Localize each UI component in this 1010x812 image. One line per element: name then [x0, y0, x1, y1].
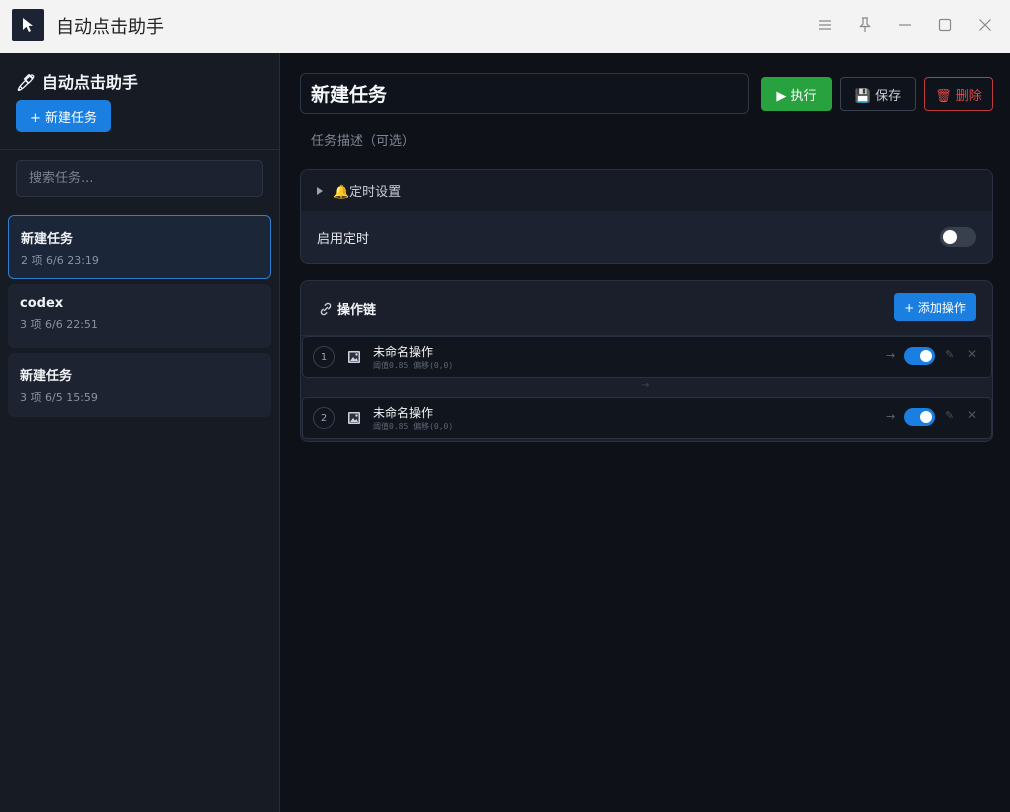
- operation-enable-toggle[interactable]: [904, 347, 935, 365]
- operation-index: 1: [313, 346, 335, 368]
- link-icon: [320, 302, 332, 315]
- toggle-knob: [920, 411, 932, 423]
- chain-link-arrow-icon: →: [641, 380, 650, 391]
- operation-name: 未命名操作: [373, 345, 434, 359]
- sidebar-header: 🖊 自动点击助手 + 新建任务: [0, 53, 279, 150]
- run-button[interactable]: ▶ 执行: [761, 77, 832, 111]
- menu-icon[interactable]: [813, 13, 837, 37]
- sidebar: 🖊 自动点击助手 + 新建任务 新建任务 2 项 6/6 23:19 codex…: [0, 53, 280, 812]
- schedule-enable-label: 启用定时: [317, 231, 370, 247]
- task-name: 新建任务: [21, 232, 74, 247]
- action-chain-title: 操作链: [337, 303, 377, 318]
- schedule-card: 🔔定时设置 启用定时: [300, 169, 993, 264]
- delete-button[interactable]: 🗑 删除: [924, 77, 993, 111]
- task-list-item[interactable]: 新建任务 2 项 6/6 23:19: [8, 215, 271, 279]
- title-bar: 自动点击助手: [0, 0, 1010, 53]
- operation-index: 2: [313, 407, 335, 429]
- operation-row[interactable]: 2 未命名操作 阈值0.85 偏移(0,0) → ✎ ✕: [302, 397, 992, 439]
- task-meta: 2 项 6/6 23:19: [21, 254, 99, 267]
- operation-detail: 阈值0.85 偏移(0,0): [373, 422, 454, 431]
- schedule-header-label: 🔔定时设置: [333, 185, 402, 200]
- arrow-right-icon: →: [886, 410, 896, 423]
- task-list-item[interactable]: 新建任务 3 项 6/5 15:59: [8, 353, 271, 417]
- add-operation-button[interactable]: + 添加操作: [894, 293, 976, 321]
- pin-icon[interactable]: [853, 13, 877, 37]
- image-icon: [348, 412, 360, 424]
- caret-right-icon: [317, 186, 323, 195]
- schedule-header[interactable]: 🔔定时设置: [301, 170, 992, 211]
- arrow-right-icon: →: [886, 349, 896, 362]
- task-meta: 3 项 6/5 15:59: [20, 391, 98, 404]
- image-icon: [348, 351, 360, 363]
- action-chain-card: 操作链 + 添加操作 1 未命名操作 阈值0.85 偏移(0,0) → ✎ ✕ …: [300, 280, 993, 442]
- sidebar-title: 🖊 自动点击助手: [16, 73, 138, 92]
- task-title-input[interactable]: [300, 73, 749, 114]
- search-input[interactable]: [16, 160, 263, 197]
- operation-detail: 阈值0.85 偏移(0,0): [373, 361, 454, 370]
- task-description-field[interactable]: 任务描述（可选）: [311, 130, 415, 149]
- operation-name: 未命名操作: [373, 406, 434, 420]
- save-button[interactable]: 💾 保存: [840, 77, 916, 111]
- schedule-enable-toggle[interactable]: [940, 227, 976, 247]
- close-icon[interactable]: [973, 13, 997, 37]
- pencil-icon[interactable]: ✎: [945, 348, 954, 361]
- minimize-icon[interactable]: [893, 13, 917, 37]
- operation-enable-toggle[interactable]: [904, 408, 935, 426]
- task-name: codex: [20, 296, 64, 311]
- action-chain-header: 操作链: [318, 299, 376, 318]
- window-title: 自动点击助手: [56, 17, 164, 38]
- toggle-knob: [920, 350, 932, 362]
- schedule-enable-row: 启用定时: [301, 211, 992, 263]
- new-task-button[interactable]: + 新建任务: [16, 100, 111, 132]
- close-icon[interactable]: ✕: [967, 408, 977, 422]
- task-meta: 3 项 6/6 22:51: [20, 318, 98, 331]
- operation-row[interactable]: 1 未命名操作 阈值0.85 偏移(0,0) → ✎ ✕: [302, 336, 992, 378]
- close-icon[interactable]: ✕: [967, 347, 977, 361]
- toggle-knob: [943, 230, 957, 244]
- pencil-icon[interactable]: ✎: [945, 409, 954, 422]
- task-name: 新建任务: [20, 369, 73, 384]
- cursor-arrow-icon: [12, 9, 44, 41]
- task-list-item[interactable]: codex 3 项 6/6 22:51: [8, 284, 271, 348]
- maximize-icon[interactable]: [933, 13, 957, 37]
- main-panel: ▶ 执行 💾 保存 🗑 删除 任务描述（可选） 🔔定时设置 启用定时 操作链 +…: [281, 53, 1010, 812]
